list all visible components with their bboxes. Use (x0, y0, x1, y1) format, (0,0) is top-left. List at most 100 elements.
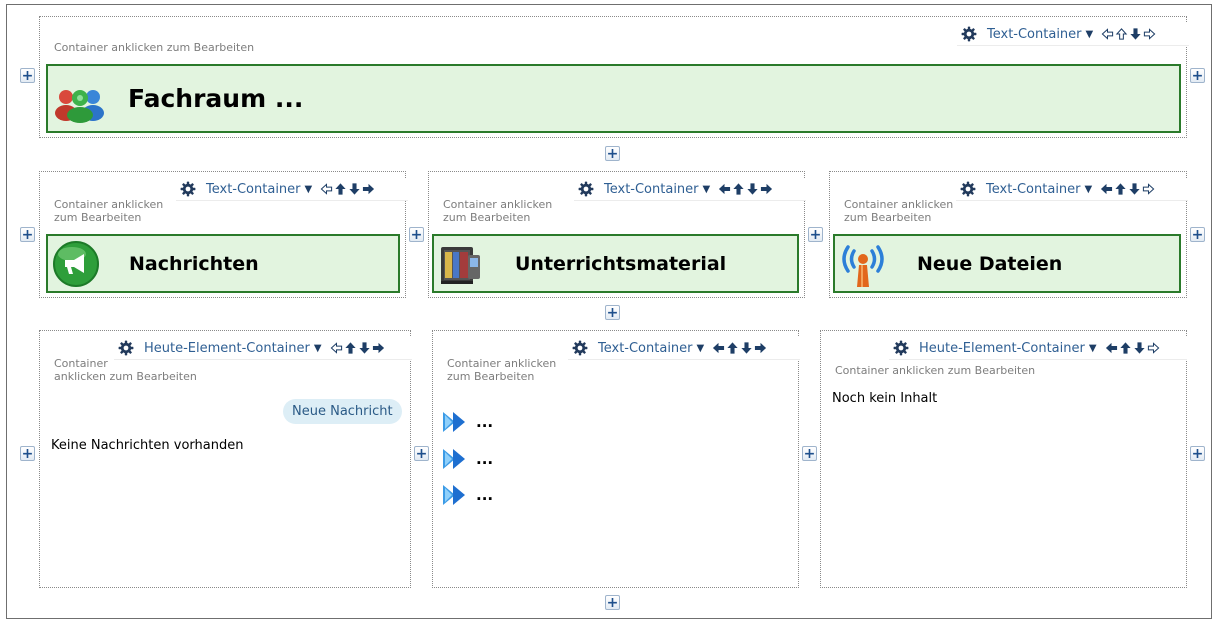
gear-icon[interactable] (961, 26, 977, 42)
gear-icon[interactable] (960, 181, 976, 197)
gear-icon[interactable] (578, 181, 594, 197)
arrow-down-icon[interactable] (1129, 27, 1142, 41)
container-type-label[interactable]: Text-Container (598, 341, 693, 356)
container-type-label[interactable]: Text-Container (987, 27, 1082, 42)
arrow-up-icon[interactable] (1114, 182, 1127, 196)
hint-line: zum Bearbeiten (54, 211, 142, 224)
add-container-button[interactable]: + (1190, 227, 1205, 242)
add-container-button[interactable]: + (414, 446, 429, 461)
arrow-right-icon[interactable] (754, 341, 767, 355)
chevron-down-icon[interactable]: ▼ (1086, 29, 1094, 40)
list-item[interactable]: ... (442, 448, 493, 470)
gear-icon[interactable] (893, 340, 909, 356)
add-container-button[interactable]: + (802, 446, 817, 461)
container-hint: Container anklicken zum Bearbeiten (54, 41, 255, 54)
container-type-label[interactable]: Text-Container (604, 182, 699, 197)
arrow-right-icon[interactable] (1147, 341, 1160, 355)
link-text[interactable]: ... (476, 413, 493, 431)
arrow-up-icon[interactable] (732, 182, 745, 196)
chevron-down-icon[interactable]: ▼ (1085, 184, 1093, 195)
title-banner: Neue Dateien (833, 234, 1181, 293)
chevron-down-icon[interactable]: ▼ (703, 184, 711, 195)
arrow-right-icon[interactable] (362, 182, 375, 196)
add-container-button[interactable]: + (409, 227, 424, 242)
gear-icon[interactable] (572, 340, 588, 356)
container-type-label[interactable]: Text-Container (986, 182, 1081, 197)
banner-title: Unterrichtsmaterial (515, 252, 727, 275)
arrow-up-icon[interactable] (334, 182, 347, 196)
top-text-container[interactable]: Container anklicken zum Bearbeiten Text-… (39, 16, 1189, 138)
chevron-down-icon[interactable]: ▼ (697, 343, 705, 354)
double-arrow-icon (442, 484, 468, 506)
add-container-button[interactable]: + (20, 446, 35, 461)
arrow-right-icon[interactable] (372, 341, 385, 355)
arrow-left-icon[interactable] (1100, 182, 1113, 196)
container-hint: Container anklicken zum Bearbeiten (54, 357, 197, 383)
link-text[interactable]: ... (476, 486, 493, 504)
list-item[interactable]: ... (442, 484, 493, 506)
gear-icon[interactable] (180, 181, 196, 197)
container-type-label[interactable]: Text-Container (206, 182, 301, 197)
arrow-down-icon[interactable] (358, 341, 371, 355)
container-hint: Container anklicken zum Bearbeiten (844, 198, 953, 224)
arrow-right-icon[interactable] (760, 182, 773, 196)
hint-line: Container anklicken (447, 357, 557, 370)
title-banner: Unterrichtsmaterial (432, 234, 799, 293)
container-type-label[interactable]: Heute-Element-Container (919, 341, 1085, 356)
megaphone-icon (52, 240, 100, 288)
nachrichten-text-container[interactable]: Container anklicken zum Bearbeiten Text-… (39, 171, 408, 298)
unterrichtsmaterial-text-container[interactable]: Container anklicken zum Bearbeiten Text-… (428, 171, 806, 298)
container-toolbar: Heute-Element-Container ▼ (114, 337, 412, 360)
list-item[interactable]: ... (442, 411, 493, 433)
arrow-left-icon[interactable] (1105, 341, 1118, 355)
add-container-button[interactable]: + (808, 227, 823, 242)
link-text[interactable]: ... (476, 450, 493, 468)
banner-title: Fachraum ... (128, 84, 304, 113)
arrow-up-icon[interactable] (1119, 341, 1132, 355)
arrow-down-icon[interactable] (746, 182, 759, 196)
arrow-up-icon[interactable] (344, 341, 357, 355)
gear-icon[interactable] (118, 340, 134, 356)
add-row-button[interactable]: + (605, 595, 620, 610)
arrow-down-icon[interactable] (348, 182, 361, 196)
arrow-right-icon[interactable] (1142, 182, 1155, 196)
chevron-down-icon[interactable]: ▼ (305, 184, 313, 195)
arrow-left-icon[interactable] (718, 182, 731, 196)
container-toolbar: Text-Container ▼ (957, 23, 1189, 46)
arrow-up-icon[interactable] (726, 341, 739, 355)
container-hint: Container anklicken zum Bearbeiten (54, 198, 163, 224)
double-arrow-icon (442, 448, 468, 470)
new-message-button[interactable]: Neue Nachricht (283, 399, 402, 424)
heute-element-container-messages[interactable]: Container anklicken zum Bearbeiten Heute… (39, 330, 412, 588)
arrow-down-icon[interactable] (740, 341, 753, 355)
heute-element-container-empty[interactable]: Container anklicken zum Bearbeiten Heute… (820, 330, 1187, 588)
hint-line: Container anklicken (844, 198, 954, 211)
arrow-down-icon[interactable] (1133, 341, 1146, 355)
add-container-button[interactable]: + (1190, 446, 1205, 461)
chevron-down-icon[interactable]: ▼ (1089, 343, 1097, 354)
links-text-container[interactable]: Container anklicken zum Bearbeiten Text-… (432, 330, 800, 588)
arrow-left-icon[interactable] (320, 182, 333, 196)
add-container-button[interactable]: + (1190, 68, 1205, 83)
arrow-left-icon[interactable] (1101, 27, 1114, 41)
add-row-button[interactable]: + (605, 305, 620, 320)
hint-line: zum Bearbeiten (447, 370, 535, 383)
container-hint: Container anklicken zum Bearbeiten (443, 198, 552, 224)
arrow-left-icon[interactable] (330, 341, 343, 355)
add-row-button[interactable]: + (605, 146, 620, 161)
add-container-button[interactable]: + (20, 227, 35, 242)
container-type-label[interactable]: Heute-Element-Container (144, 341, 310, 356)
add-container-button[interactable]: + (20, 68, 35, 83)
neue-dateien-text-container[interactable]: Container anklicken zum Bearbeiten Text-… (829, 171, 1188, 298)
title-banner: Nachrichten (46, 234, 400, 293)
hint-line: Container anklicken (54, 198, 164, 211)
arrow-up-icon[interactable] (1115, 27, 1128, 41)
title-banner: Fachraum ... (46, 64, 1181, 133)
arrow-down-icon[interactable] (1128, 182, 1141, 196)
container-toolbar: Heute-Element-Container ▼ (889, 337, 1187, 360)
hint-line: zum Bearbeiten (443, 211, 531, 224)
arrow-right-icon[interactable] (1143, 27, 1156, 41)
arrow-left-icon[interactable] (712, 341, 725, 355)
container-hint: Container anklicken zum Bearbeiten (835, 364, 1036, 377)
chevron-down-icon[interactable]: ▼ (314, 343, 322, 354)
